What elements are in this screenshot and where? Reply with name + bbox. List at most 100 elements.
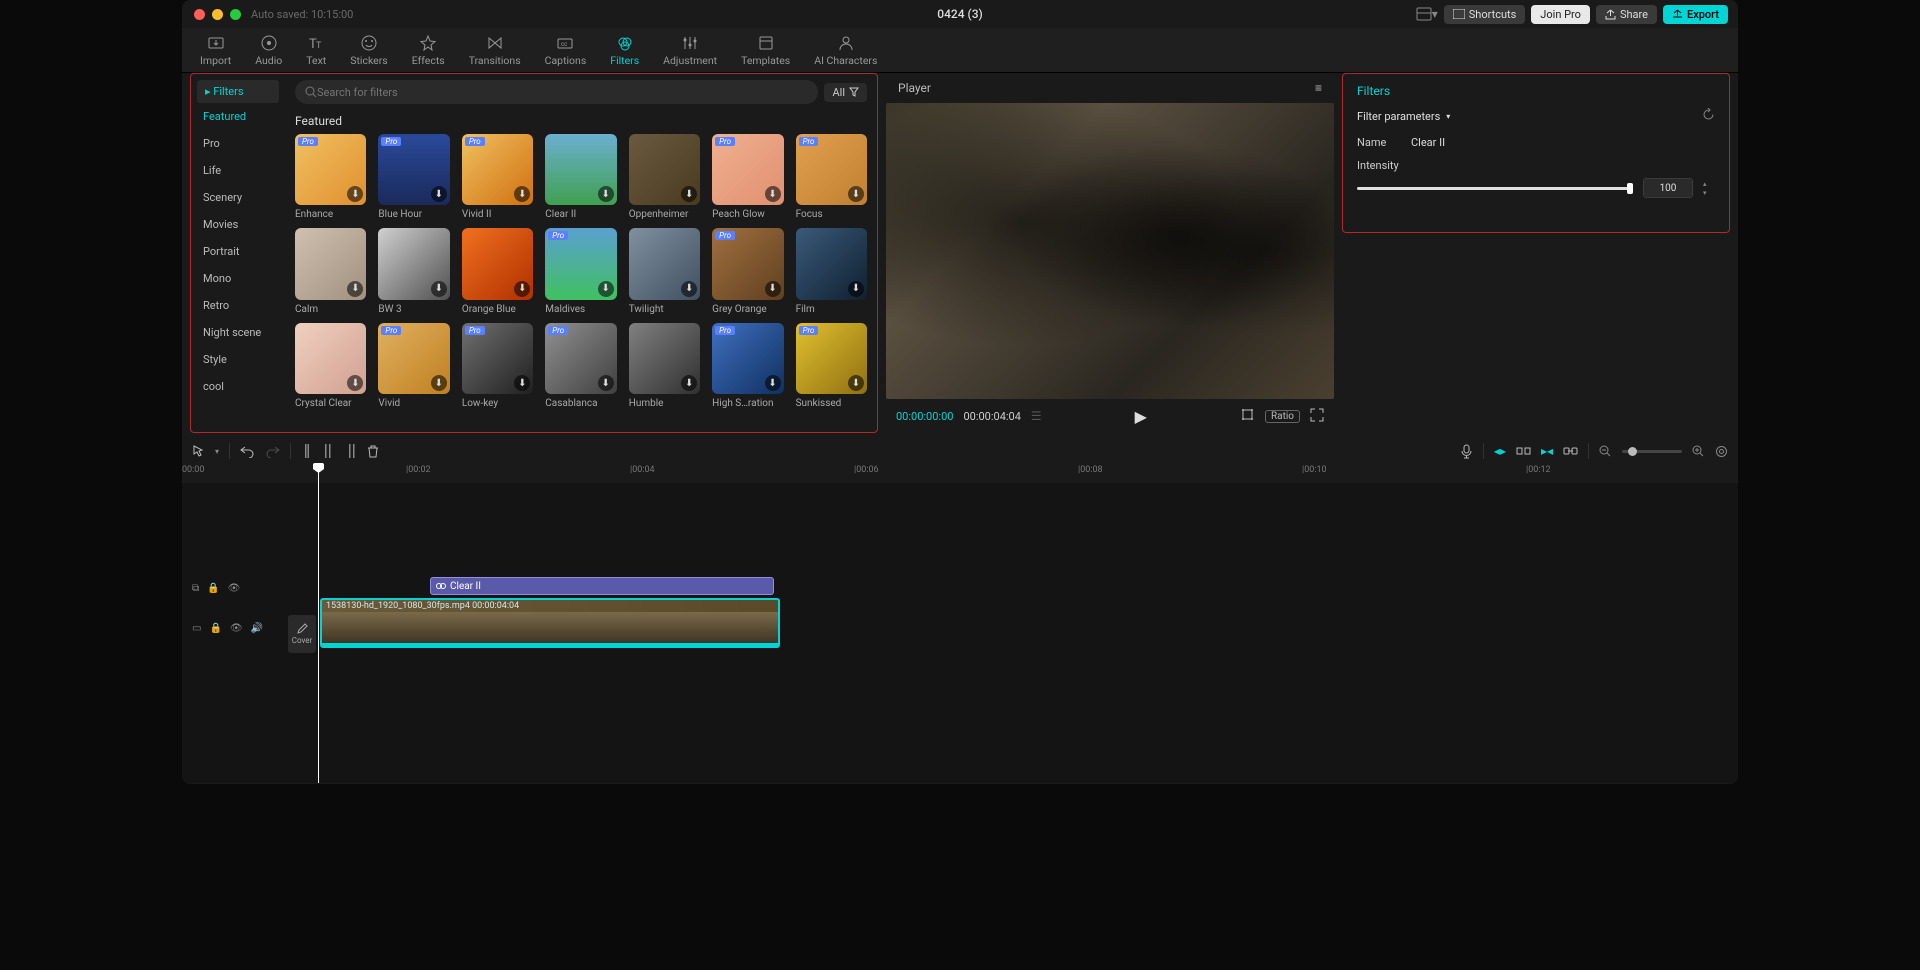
tab-audio[interactable]: Audio [243,32,294,69]
download-icon[interactable]: ⬇ [514,375,530,391]
sidebar-item-movies[interactable]: Movies [191,211,285,238]
search-input-wrap[interactable] [295,80,818,104]
sidebar-item-featured[interactable]: Featured [191,103,285,130]
download-icon[interactable]: ⬇ [765,281,781,297]
playhead[interactable] [318,465,319,783]
layout-icon[interactable]: ▾ [1416,6,1438,22]
snap-tool-3[interactable]: ▸◂ [1541,444,1553,458]
chevron-down-icon[interactable]: ▾ [1446,112,1450,121]
split-left-tool[interactable] [323,444,335,458]
download-icon[interactable]: ⬇ [598,375,614,391]
crop-icon[interactable] [1240,407,1255,425]
download-icon[interactable]: ⬇ [681,186,697,202]
player-menu-icon[interactable]: ≡ [1315,81,1322,95]
download-icon[interactable]: ⬇ [431,281,447,297]
delete-button[interactable] [367,445,379,458]
filter-card-humble[interactable]: ⬇Humble [629,323,700,409]
reset-icon[interactable] [1702,108,1715,124]
tab-templates[interactable]: Templates [729,32,802,69]
filter-card-blue-hour[interactable]: Pro⬇Blue Hour [378,134,449,220]
track-settings-icon[interactable]: ▭ [192,623,201,634]
ratio-button[interactable]: Ratio [1265,410,1300,423]
download-icon[interactable]: ⬇ [514,281,530,297]
filter-card-grey-orange[interactable]: Pro⬇Grey Orange [712,228,783,314]
stepper-down[interactable]: ▾ [1703,189,1715,197]
sidebar-item-night-scene[interactable]: Night scene [191,319,285,346]
zoom-out[interactable] [1599,445,1612,458]
download-icon[interactable]: ⬇ [848,186,864,202]
track-mute-icon[interactable]: 🔊 [251,623,263,634]
filter-card-crystal-clear[interactable]: ⬇Crystal Clear [295,323,366,409]
ruler[interactable]: 00:00|00:02|00:04|00:06|00:08|00:10|00:1… [182,465,1738,483]
filter-card-casablanca[interactable]: Pro⬇Casablanca [545,323,616,409]
zoom-fit[interactable] [1715,445,1728,458]
close-window[interactable] [194,9,205,20]
filter-card-calm[interactable]: ⬇Calm [295,228,366,314]
slider-thumb[interactable] [1627,183,1633,194]
filter-card-oppenheimer[interactable]: ⬇Oppenheimer [629,134,700,220]
zoom-in[interactable] [1692,445,1705,458]
sidebar-item-cool[interactable]: cool [191,373,285,400]
tab-stickers[interactable]: Stickers [338,32,399,69]
filter-card-low-key[interactable]: Pro⬇Low-key [462,323,533,409]
download-icon[interactable]: ⬇ [598,281,614,297]
maximize-window[interactable] [230,9,241,20]
track-eye-icon[interactable]: 👁 [228,583,241,594]
filter-card-film[interactable]: ⬇Film [796,228,867,314]
track-eye-icon[interactable]: 👁 [230,623,243,634]
undo-button[interactable] [240,445,255,458]
stepper-up[interactable]: ▴ [1703,180,1715,188]
all-filter-button[interactable]: All [824,83,867,102]
filter-card-peach-glow[interactable]: Pro⬇Peach Glow [712,134,783,220]
filter-card-enhance[interactable]: Pro⬇Enhance [295,134,366,220]
tab-text[interactable]: TTText [294,32,338,69]
filter-card-sunkissed[interactable]: Pro⬇Sunkissed [796,323,867,409]
filter-card-maldives[interactable]: Pro⬇Maldives [545,228,616,314]
filter-card-bw-3[interactable]: ⬇BW 3 [378,228,449,314]
intensity-value[interactable]: 100 [1643,178,1693,198]
list-icon[interactable]: ☰ [1031,409,1042,423]
shortcuts-button[interactable]: Shortcuts [1444,5,1526,24]
export-button[interactable]: Export [1663,5,1728,24]
download-icon[interactable]: ⬇ [765,186,781,202]
download-icon[interactable]: ⬇ [431,186,447,202]
sidebar-item-mono[interactable]: Mono [191,265,285,292]
pointer-dropdown[interactable]: ▾ [215,447,219,456]
tab-ai-characters[interactable]: AI Characters [802,32,889,69]
tab-captions[interactable]: ccCaptions [533,32,599,69]
download-icon[interactable]: ⬇ [681,281,697,297]
intensity-slider[interactable] [1357,187,1633,190]
download-icon[interactable]: ⬇ [514,186,530,202]
filter-card-orange-blue[interactable]: ⬇Orange Blue [462,228,533,314]
filter-card-vivid-ii[interactable]: Pro⬇Vivid II [462,134,533,220]
filter-card-focus[interactable]: Pro⬇Focus [796,134,867,220]
play-button[interactable]: ▶ [1135,407,1147,426]
tab-effects[interactable]: Effects [400,32,457,69]
fullscreen-icon[interactable] [1310,408,1324,425]
pointer-tool[interactable] [192,445,205,458]
timeline[interactable]: ⧉ 🔒 👁 ▭ 🔒 👁 🔊 Cover Clear II 1538130-hd_… [182,483,1738,783]
download-icon[interactable]: ⬇ [598,186,614,202]
link-tool[interactable] [1563,446,1578,456]
track-lock-icon[interactable]: 🔒 [209,623,221,634]
player-canvas[interactable] [886,103,1334,399]
filter-clip[interactable]: Clear II [430,577,774,595]
sidebar-item-portrait[interactable]: Portrait [191,238,285,265]
video-clip[interactable]: 1538130-hd_1920_1080_30fps.mp4 00:00:04:… [320,598,780,648]
filter-card-high-s-ration[interactable]: Pro⬇High S…ration [712,323,783,409]
download-icon[interactable]: ⬇ [848,375,864,391]
sidebar-item-life[interactable]: Life [191,157,285,184]
filter-card-twilight[interactable]: ⬇Twilight [629,228,700,314]
join-pro-button[interactable]: Join Pro [1531,5,1590,24]
mic-icon[interactable] [1460,444,1473,459]
tab-filters[interactable]: Filters [598,32,651,69]
tab-import[interactable]: Import [188,32,243,69]
share-button[interactable]: Share [1596,5,1657,24]
download-icon[interactable]: ⬇ [848,281,864,297]
track-lock-icon[interactable]: 🔒 [207,583,219,594]
snap-tool-2[interactable] [1516,445,1531,457]
download-icon[interactable]: ⬇ [347,281,363,297]
track-link-icon[interactable]: ⧉ [192,583,199,594]
download-icon[interactable]: ⬇ [347,186,363,202]
sidebar-header[interactable]: ▸ Filters [197,80,279,103]
